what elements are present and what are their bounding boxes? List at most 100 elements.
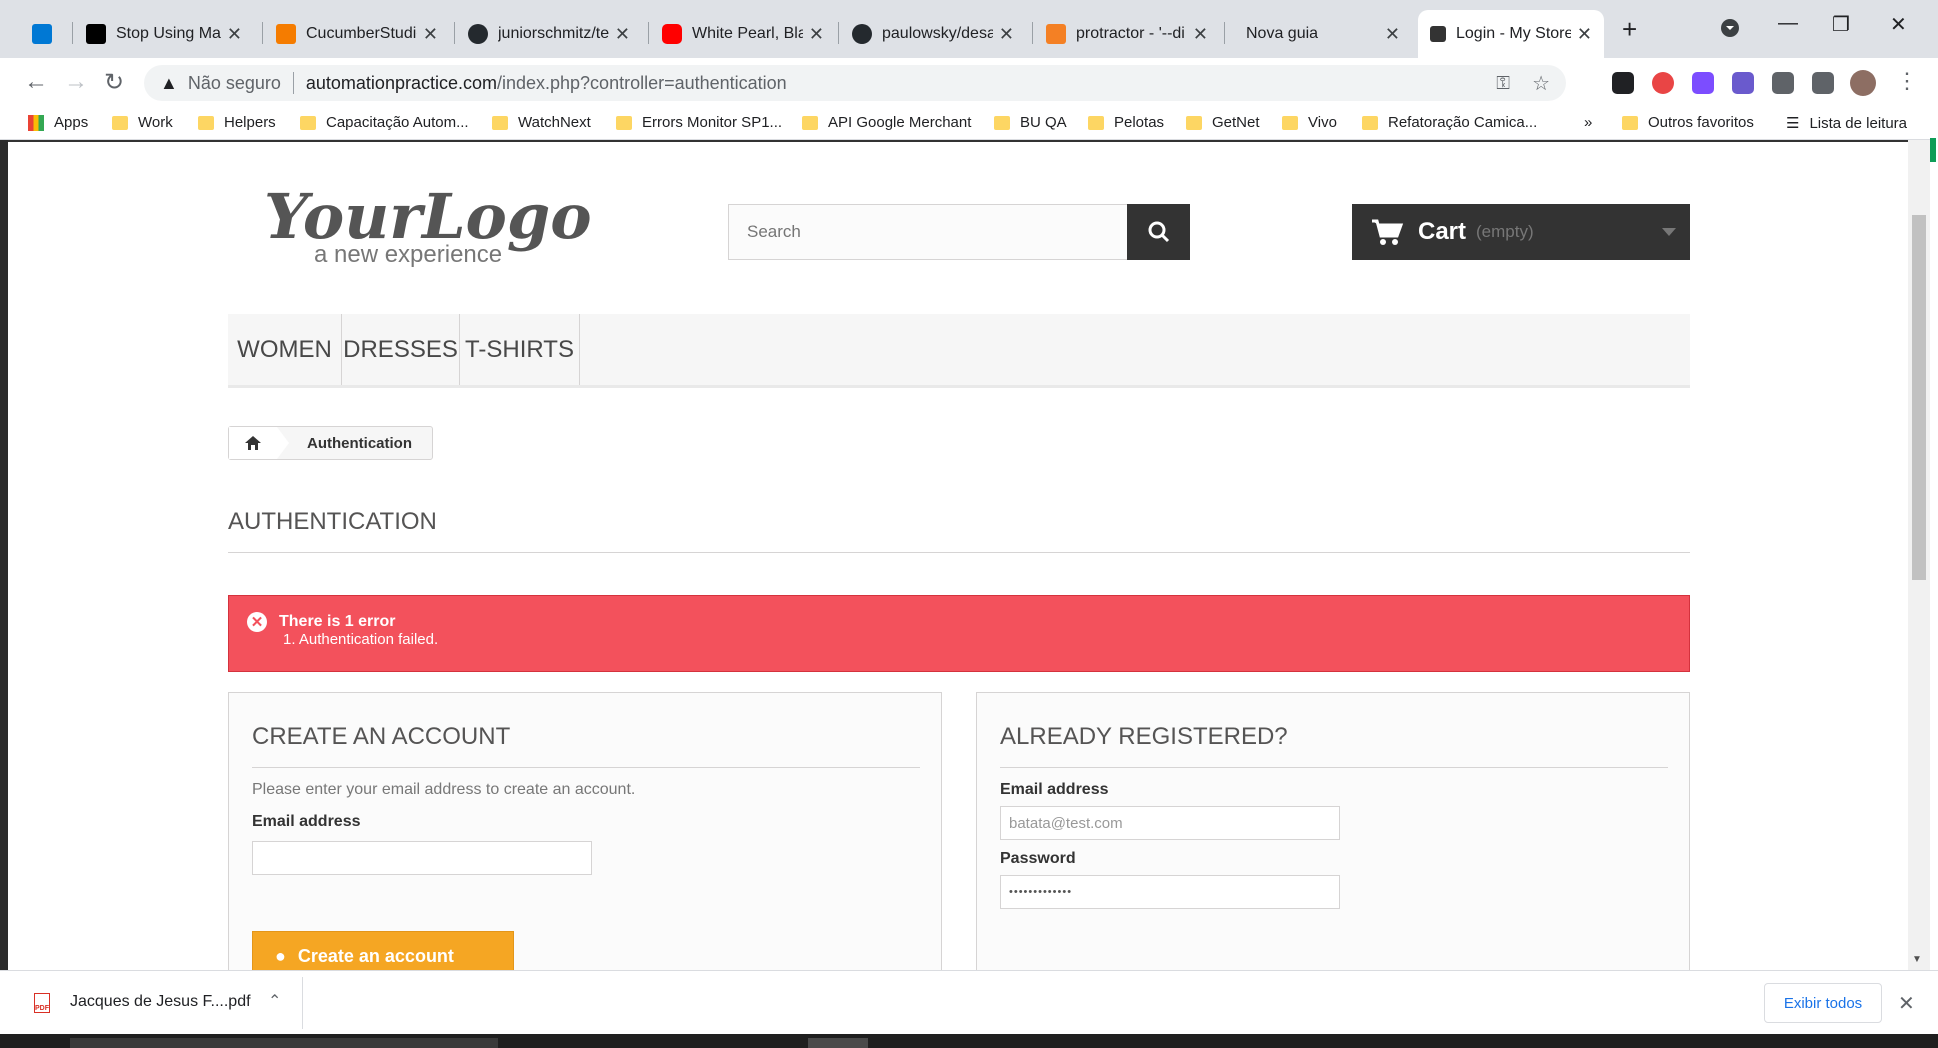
bookmark-folder[interactable]: Errors Monitor SP1... (616, 114, 782, 131)
forward-icon[interactable]: → (64, 68, 88, 96)
extension-icon[interactable] (1612, 72, 1634, 94)
minimize-icon[interactable]: — (1778, 12, 1798, 35)
folder-icon (1186, 115, 1202, 130)
user-icon: ● (275, 945, 286, 966)
back-icon[interactable]: ← (24, 68, 48, 96)
bookmark-other-folder[interactable]: Outros favoritos (1622, 114, 1754, 131)
tab-search-icon[interactable] (1720, 18, 1740, 44)
home-icon (245, 436, 261, 450)
scrollbar-thumb[interactable] (1912, 215, 1926, 580)
close-icon[interactable]: ✕ (999, 24, 1014, 45)
bookmarks-overflow-button[interactable]: » (1584, 114, 1592, 131)
extension-icon[interactable] (1692, 72, 1714, 94)
bookmark-folder[interactable]: Vivo (1282, 114, 1337, 131)
login-password-field[interactable]: ••••••••••••• (1000, 875, 1340, 909)
create-account-heading: CREATE AN ACCOUNT (252, 723, 920, 768)
chevron-up-icon[interactable]: ⌃ (268, 991, 281, 1011)
tab-outlook[interactable] (20, 10, 70, 58)
tab-2[interactable]: CucumberStudio ✕ (264, 10, 450, 58)
reload-icon[interactable]: ↻ (104, 68, 124, 97)
bookmark-folder[interactable]: Refatoração Camica... (1362, 114, 1537, 131)
menu-item-women[interactable]: WOMEN (228, 314, 342, 385)
folder-icon (1088, 115, 1104, 130)
page-title: AUTHENTICATION (228, 508, 1690, 553)
search-button[interactable] (1127, 204, 1190, 260)
tab-active-login[interactable]: Login - My Store ✕ (1418, 10, 1604, 58)
close-icon[interactable]: ✕ (809, 24, 824, 45)
address-bar[interactable]: ▲ Não seguro automationpractice.com /ind… (144, 65, 1566, 101)
search-input[interactable] (729, 205, 1129, 259)
puzzle-icon[interactable] (1772, 72, 1794, 94)
bookmark-star-icon[interactable]: ☆ (1532, 71, 1550, 96)
browser-toolbar: ← → ↻ ▲ Não seguro automationpractice.co… (0, 58, 1938, 108)
bookmark-folder[interactable]: GetNet (1186, 114, 1260, 131)
create-email-label: Email address (252, 813, 361, 830)
store-page: YourLogo a new experience Cart (empty) W… (8, 140, 1908, 970)
error-item: 1. Authentication failed. (283, 631, 439, 648)
tab-5[interactable]: paulowsky/desafi ✕ (840, 10, 1026, 58)
scroll-down-arrow[interactable]: ▼ (1912, 954, 1922, 965)
extension-icon[interactable] (1652, 72, 1674, 94)
close-icon[interactable]: ✕ (1385, 24, 1400, 45)
show-all-downloads-button[interactable]: Exibir todos (1764, 983, 1882, 1023)
os-taskbar (0, 1034, 1938, 1048)
close-icon[interactable]: ✕ (423, 24, 438, 45)
kebab-menu-icon[interactable]: ⋮ (1896, 68, 1918, 94)
avatar[interactable] (1850, 70, 1876, 96)
create-account-description: Please enter your email address to creat… (252, 781, 636, 798)
bookmark-folder[interactable]: Capacitação Autom... (300, 114, 469, 131)
main-menu: WOMEN DRESSES T-SHIRTS (228, 314, 1690, 388)
login-password-label: Password (1000, 850, 1076, 867)
close-icon[interactable]: ✕ (615, 24, 630, 45)
close-icon[interactable]: ✕ (1193, 24, 1208, 45)
tab-1[interactable]: Stop Using Magi ✕ (74, 10, 254, 58)
tab-4[interactable]: White Pearl, Blac ✕ (650, 10, 836, 58)
download-filename[interactable]: Jacques de Jesus F....pdf (70, 993, 251, 1011)
medium-icon (86, 24, 106, 44)
login-email-field[interactable]: batata@test.com (1000, 806, 1340, 840)
github-icon (852, 24, 872, 44)
tab-6[interactable]: protractor - '--di ✕ (1034, 10, 1220, 58)
bookmark-folder[interactable]: Helpers (198, 114, 276, 131)
breadcrumb-home[interactable] (229, 427, 289, 459)
create-email-field[interactable] (252, 841, 592, 875)
extension-icon[interactable] (1732, 72, 1754, 94)
folder-icon (994, 115, 1010, 130)
cart-button[interactable]: Cart (empty) (1352, 204, 1690, 260)
restore-icon[interactable]: ❐ (1832, 12, 1850, 37)
warning-icon[interactable]: ▲ (160, 73, 178, 94)
bookmark-folder[interactable]: Work (112, 114, 173, 131)
menu-item-tshirts[interactable]: T-SHIRTS (460, 314, 580, 385)
close-icon[interactable]: ✕ (1898, 991, 1915, 1016)
tab-7[interactable]: Nova guia ✕ (1226, 10, 1412, 58)
bookmarks-bar: Apps Work Helpers Capacitação Autom... W… (0, 108, 1938, 140)
breadcrumb: Authentication (228, 426, 433, 460)
bookmark-folder[interactable]: BU QA (994, 114, 1067, 131)
error-alert: ✕ There is 1 error 1. Authentication fai… (228, 595, 1690, 672)
tab-3[interactable]: juniorschmitz/tes ✕ (456, 10, 642, 58)
close-icon[interactable]: ✕ (1577, 24, 1592, 45)
reading-list-button[interactable]: ☰ Lista de leitura (1786, 114, 1907, 133)
url-path: /index.php?controller=authentication (496, 72, 787, 93)
bookmark-folder[interactable]: Pelotas (1088, 114, 1164, 131)
media-icon[interactable] (1812, 72, 1834, 94)
folder-icon (802, 115, 818, 130)
menu-item-dresses[interactable]: DRESSES (342, 314, 460, 385)
bookmark-apps[interactable]: Apps (28, 114, 88, 131)
page-scrollbar[interactable]: ▼ (1908, 140, 1930, 970)
key-icon[interactable]: ⚿ (1496, 73, 1510, 94)
bookmark-folder[interactable]: WatchNext (492, 114, 591, 131)
search-icon (1148, 221, 1169, 243)
folder-icon (1622, 115, 1638, 130)
create-account-button[interactable]: ● Create an account (252, 931, 514, 970)
folder-icon (492, 115, 508, 130)
window-close-icon[interactable]: ✕ (1890, 12, 1907, 37)
bookmark-folder[interactable]: API Google Merchant (802, 114, 971, 131)
close-icon[interactable]: ✕ (227, 24, 242, 45)
error-title: There is 1 error (279, 613, 396, 630)
cart-icon (1372, 219, 1404, 245)
folder-icon (1282, 115, 1298, 130)
new-tab-button[interactable]: + (1622, 14, 1637, 45)
browser-tab-bar: Stop Using Magi ✕ CucumberStudio ✕ junio… (0, 0, 1938, 58)
store-logo[interactable]: YourLogo a new experience (258, 172, 618, 272)
